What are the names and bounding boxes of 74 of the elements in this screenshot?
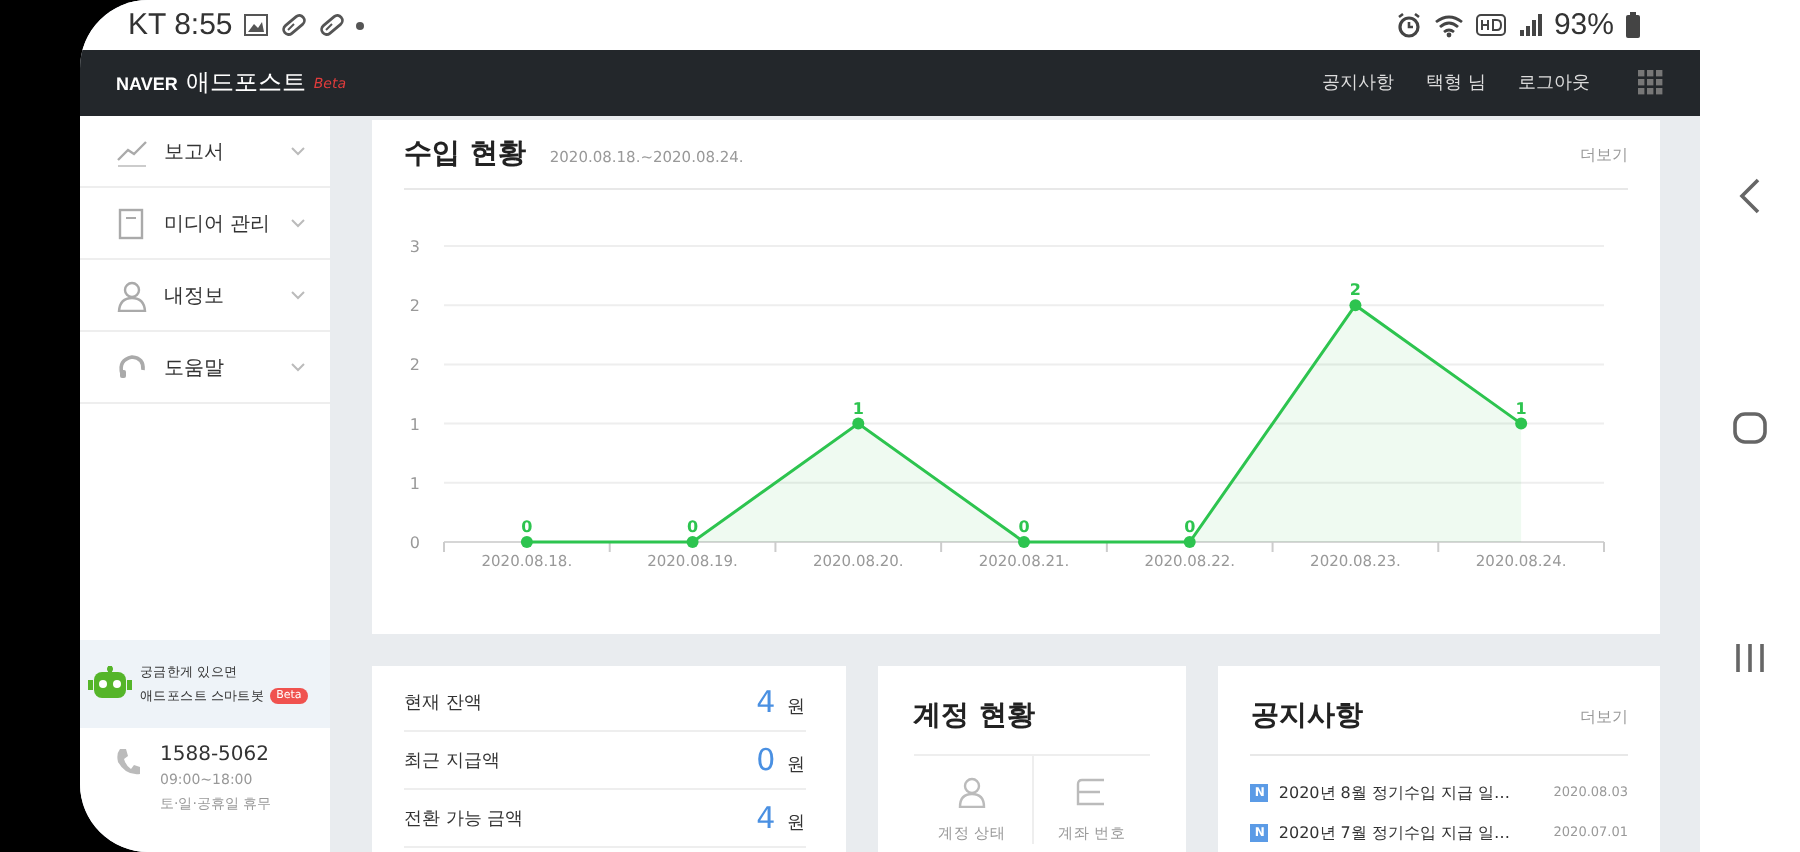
data-point — [1349, 299, 1362, 312]
axis-tick-label: 0 — [409, 534, 420, 552]
chevron-down-icon — [290, 290, 306, 300]
sidebar-item[interactable]: 미디어 관리 — [80, 188, 330, 260]
balance-label: 최근 지급액 — [404, 749, 500, 773]
balance-label: 전환 가능 금액 — [404, 807, 524, 831]
battery-percent: 93% — [1553, 8, 1614, 42]
recent-apps-icon[interactable] — [1734, 642, 1766, 674]
app-grid-icon[interactable] — [1638, 70, 1664, 96]
data-point — [1018, 536, 1030, 548]
image-icon — [244, 14, 269, 36]
carrier-time: KT 8:55 — [128, 8, 233, 42]
back-icon[interactable] — [1738, 178, 1762, 214]
alarm-icon — [1395, 12, 1422, 38]
header-link[interactable]: 택형 님 — [1426, 70, 1486, 96]
data-point — [686, 536, 699, 548]
card-title: 수입 현황 — [404, 136, 526, 172]
pill-icon — [280, 12, 307, 38]
hd-icon — [1475, 14, 1506, 36]
currency-unit: 원 — [787, 812, 806, 836]
chart-line-icon — [116, 135, 148, 167]
notice-link[interactable]: 2020년 7월 정기수입 지급 일… — [1278, 821, 1544, 843]
amount-value: 4 — [756, 800, 776, 836]
sidebar-label: 미디어 관리 — [164, 211, 273, 237]
headset-icon — [116, 351, 148, 383]
chevron-down-icon — [290, 218, 306, 228]
document-icon — [116, 207, 148, 239]
dot-icon — [356, 21, 365, 29]
data-label: 1 — [852, 399, 864, 418]
card-title: 계정 현황 — [913, 698, 1151, 756]
data-point — [1515, 417, 1528, 430]
data-label: 0 — [1184, 518, 1196, 536]
axis-tick-label: 3 — [409, 238, 420, 256]
card-title: 공지사항 — [1250, 698, 1363, 734]
axis-tick-label: 2 — [409, 297, 420, 316]
data-label: 2 — [1349, 281, 1361, 300]
data-label: 0 — [687, 518, 699, 536]
data-point — [1183, 536, 1196, 548]
data-label: 0 — [521, 518, 533, 536]
amount-value: 4 — [756, 684, 776, 720]
amount-value: 0 — [756, 742, 776, 778]
robot-icon — [88, 666, 132, 702]
phone-icon — [116, 748, 140, 776]
data-point — [520, 536, 533, 548]
pill-icon — [318, 12, 345, 38]
axis-tick-label: 2 — [409, 356, 420, 375]
data-point — [852, 417, 865, 430]
naver-logo[interactable]: NAVER — [116, 73, 178, 93]
header-link[interactable]: 공지사항 — [1322, 70, 1395, 96]
axis-tick-label: 1 — [409, 474, 420, 493]
battery-icon — [1626, 12, 1640, 38]
notice-link[interactable]: 2020년 8월 정기수입 지급 일… — [1278, 781, 1544, 803]
phone-number: 1588-5062 — [160, 744, 272, 766]
person-icon — [116, 279, 148, 311]
chevron-down-icon — [290, 146, 306, 156]
site-title: 애드포스트 — [185, 66, 306, 100]
person-icon — [956, 776, 989, 808]
home-icon[interactable] — [1732, 410, 1768, 446]
chevron-down-icon — [290, 362, 306, 372]
data-label: 0 — [1018, 518, 1030, 536]
currency-unit: 원 — [787, 754, 806, 778]
sidebar-label: 도움말 — [164, 355, 226, 381]
balance-label: 현재 잔액 — [404, 691, 482, 715]
sidebar-item[interactable]: 도움말 — [80, 332, 330, 404]
axis-tick-label: 1 — [409, 415, 420, 434]
wifi-icon — [1433, 13, 1464, 37]
header-link[interactable]: 로그아웃 — [1518, 70, 1590, 96]
data-label: 1 — [1515, 399, 1527, 418]
sidebar-label: 내정보 — [164, 283, 226, 309]
sidebar-item[interactable]: 보고서 — [80, 116, 330, 188]
sidebar-label: 보고서 — [164, 139, 226, 165]
sidebar-item[interactable]: 내정보 — [80, 260, 330, 332]
currency-unit: 원 — [787, 696, 806, 720]
signal-icon — [1517, 13, 1542, 37]
